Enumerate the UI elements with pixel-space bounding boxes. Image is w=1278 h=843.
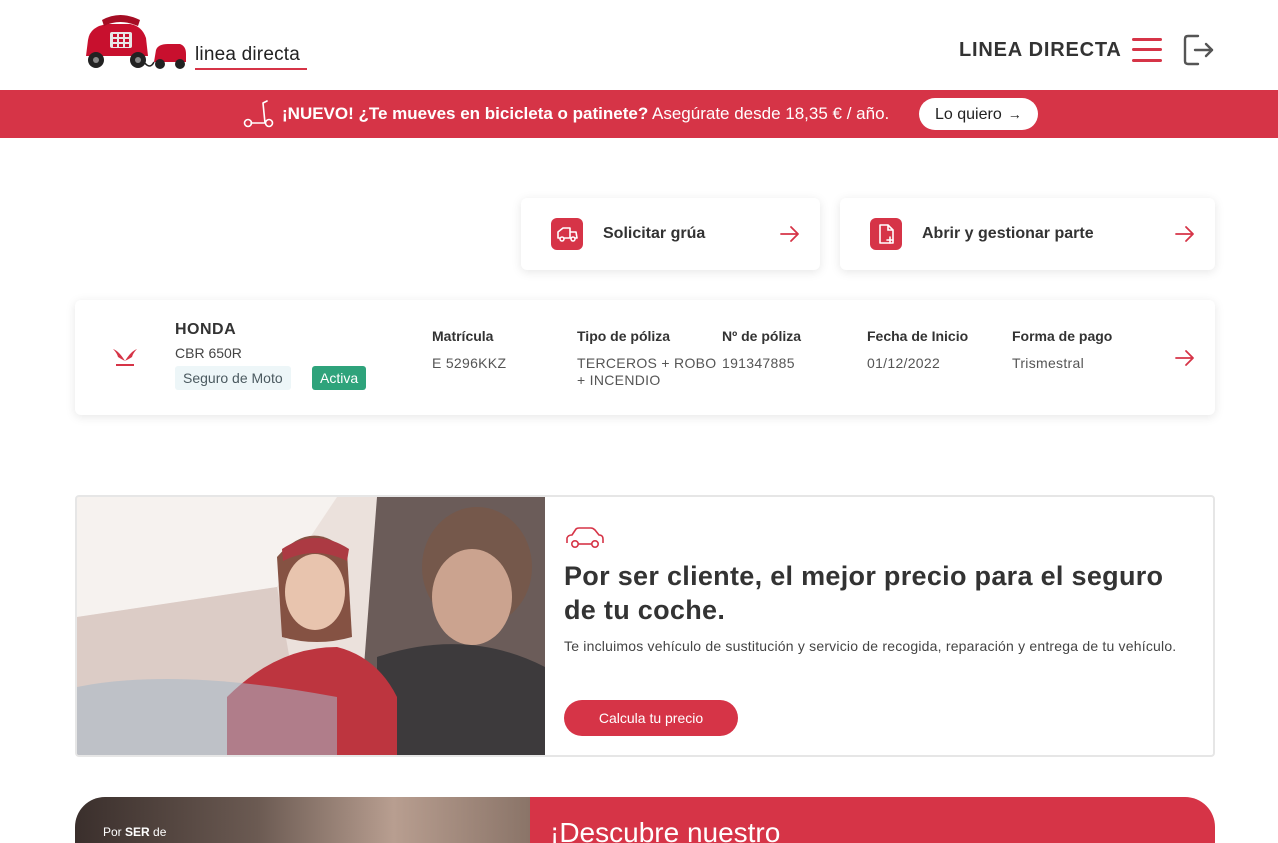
red-phone-car-icon — [86, 15, 186, 69]
open-claim-label: Abrir y gestionar parte — [922, 225, 1094, 242]
arrow-right-icon — [1175, 350, 1194, 366]
teaser-photo: Por SER de — [75, 797, 530, 843]
vehicle-model: CBR 650R — [175, 345, 242, 361]
insurance-type-tag: Seguro de Moto — [175, 366, 291, 390]
vehicle-brand: HONDA — [175, 321, 237, 338]
arrow-right-icon: → — [1007, 106, 1022, 122]
promo-highlight: ¡NUEVO! ¿Te mueves en bicicleta o patine… — [282, 104, 649, 123]
tow-truck-icon — [551, 218, 583, 250]
menu-icon[interactable] — [1132, 37, 1162, 63]
open-claim-card[interactable]: Abrir y gestionar parte — [840, 198, 1215, 270]
payment-method-value: Trismestral — [1012, 355, 1085, 371]
start-date-value: 01/12/2022 — [867, 355, 941, 371]
teaser-small-bold: SER — [125, 825, 150, 839]
discover-teaser: Por SER de ¡Descubre nuestro — [75, 797, 1215, 843]
car-icon — [566, 527, 604, 549]
arrow-right-icon — [780, 226, 799, 242]
teaser-small-text: Por SER de — [103, 825, 166, 839]
car-insurance-promo: Por ser cliente, el mejor precio para el… — [75, 495, 1215, 757]
site-header: linea directa LINEA DIRECTA — [0, 0, 1278, 90]
promo-detail: Asegúrate desde 18,35 € / año. — [648, 104, 890, 123]
request-tow-label: Solicitar grúa — [603, 225, 706, 242]
policy-card[interactable]: HONDA CBR 650R Seguro de Moto Activa Mat… — [75, 300, 1215, 415]
teaser-small-prefix: Por — [103, 825, 126, 839]
start-date-header: Fecha de Inicio — [867, 328, 969, 344]
document-add-icon — [870, 218, 902, 250]
linea-directa-logo[interactable]: linea directa — [80, 12, 310, 74]
lo-quiero-button[interactable]: Lo quiero → — [919, 98, 1038, 130]
couple-in-car-photo — [77, 497, 545, 755]
logo-underline — [195, 68, 307, 70]
car-promo-title: Por ser cliente, el mejor precio para el… — [564, 561, 1164, 625]
request-tow-card[interactable]: Solicitar grúa — [521, 198, 820, 270]
plate-value: E 5296KKZ — [432, 355, 507, 371]
teaser-small-suffix: de — [149, 825, 167, 839]
policy-number-header: Nº de póliza — [722, 328, 802, 344]
promo-text: ¡NUEVO! ¿Te mueves en bicicleta o patine… — [282, 104, 889, 124]
policy-type-header: Tipo de póliza — [577, 328, 671, 344]
logo-text: linea directa — [195, 44, 301, 65]
plate-header: Matrícula — [432, 328, 494, 344]
car-promo-description: Te incluimos vehículo de sustitución y s… — [564, 638, 1177, 654]
teaser-title: ¡Descubre nuestro — [550, 817, 781, 843]
policy-number-value: 191347885 — [722, 355, 795, 371]
lo-quiero-label: Lo quiero — [935, 106, 1002, 123]
arrow-right-icon — [1175, 226, 1194, 242]
logout-icon[interactable] — [1182, 32, 1216, 68]
brand-title: LINEA DIRECTA — [959, 39, 1122, 61]
payment-method-header: Forma de pago — [1012, 328, 1113, 344]
scooter-icon — [243, 99, 275, 129]
promo-banner: ¡NUEVO! ¿Te mueves en bicicleta o patine… — [0, 90, 1278, 138]
teaser-panel: ¡Descubre nuestro — [530, 797, 1215, 843]
calculate-price-button[interactable]: Calcula tu precio — [564, 700, 738, 736]
honda-wing-icon — [111, 347, 139, 369]
status-badge: Activa — [312, 366, 367, 390]
policy-type-value: TERCEROS + ROBO + INCENDIO — [577, 355, 717, 388]
